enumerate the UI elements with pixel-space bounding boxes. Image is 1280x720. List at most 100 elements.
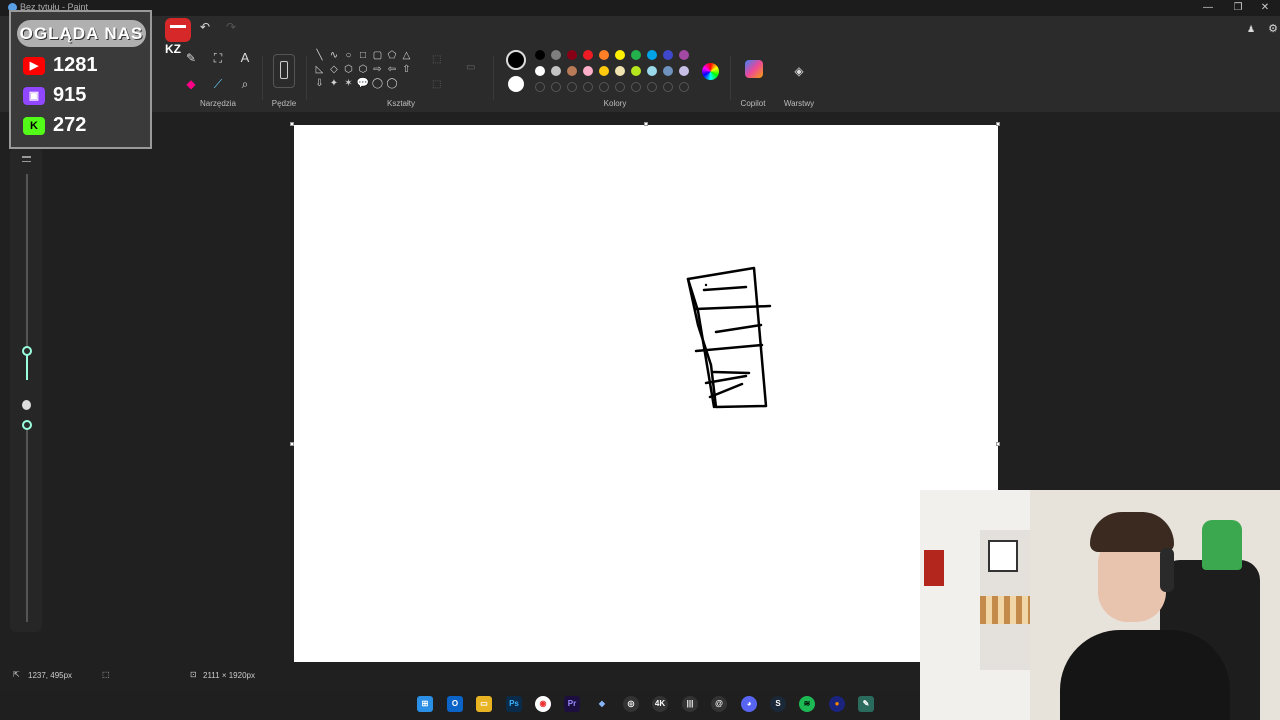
- custom-color-slot[interactable]: [599, 82, 609, 92]
- file-explorer-icon[interactable]: ▭: [476, 696, 492, 712]
- drawing-canvas[interactable]: [294, 125, 998, 662]
- rectangle-shape-icon[interactable]: □: [357, 49, 370, 62]
- curve-shape-icon[interactable]: ∿: [328, 49, 341, 62]
- right-triangle-shape-icon[interactable]: ◺: [313, 63, 326, 76]
- layers-icon[interactable]: ◈: [790, 62, 808, 80]
- four-point-star-shape-icon[interactable]: ✦: [328, 77, 341, 90]
- pentagon-shape-icon[interactable]: ⬡: [342, 63, 355, 76]
- canvas-resize-handle[interactable]: [644, 122, 648, 126]
- color-swatch[interactable]: [615, 66, 625, 76]
- custom-color-slot[interactable]: [663, 82, 673, 92]
- color-swatch[interactable]: [535, 50, 545, 60]
- custom-color-slot[interactable]: [567, 82, 577, 92]
- canvas-resize-handle[interactable]: [996, 122, 1000, 126]
- size-slider-track[interactable]: [26, 174, 28, 352]
- color-swatch[interactable]: [583, 66, 593, 76]
- paint-app: Bez tytułu - Paint — ❐ ✕ ↶ ↷ ✎ ⛶ A ◆ ⟋ ⌕…: [0, 0, 1280, 720]
- separator: [493, 56, 494, 100]
- brush-button[interactable]: [273, 54, 295, 88]
- color-swatch[interactable]: [647, 66, 657, 76]
- rounded-rectangle-shape-icon[interactable]: ▢: [371, 49, 384, 62]
- oval-shape-icon[interactable]: ○: [342, 49, 355, 62]
- audio-icon[interactable]: |||: [682, 696, 698, 712]
- down-arrow-shape-icon[interactable]: ⇩: [313, 77, 326, 90]
- minimize-button[interactable]: —: [1193, 0, 1223, 16]
- undo-icon[interactable]: ↶: [196, 18, 214, 36]
- paint-taskbar-icon[interactable]: ✎: [858, 696, 874, 712]
- text-icon[interactable]: A: [236, 49, 254, 67]
- color-swatch[interactable]: [663, 66, 673, 76]
- opacity-slider-track[interactable]: [26, 426, 28, 622]
- custom-color-slot[interactable]: [647, 82, 657, 92]
- left-arrow-shape-icon[interactable]: ⇦: [386, 63, 399, 76]
- polygon-shape-icon[interactable]: ⬠: [386, 49, 399, 62]
- outlook-icon[interactable]: O: [447, 696, 463, 712]
- chessboard: [980, 596, 1030, 624]
- secondary-color[interactable]: [508, 76, 524, 92]
- magnifier-icon[interactable]: ⌕: [236, 75, 254, 93]
- app-icon[interactable]: ◆: [594, 696, 610, 712]
- canvas-resize-handle[interactable]: [290, 122, 294, 126]
- game-icon[interactable]: ●: [829, 696, 845, 712]
- settings-icon[interactable]: ⚙: [1264, 20, 1280, 38]
- custom-color-slot[interactable]: [631, 82, 641, 92]
- triangle-shape-icon[interactable]: △: [400, 49, 413, 62]
- color-swatch[interactable]: [567, 66, 577, 76]
- chrome-icon[interactable]: ◉: [535, 696, 551, 712]
- edit-colors-icon[interactable]: [702, 63, 719, 80]
- custom-color-slot[interactable]: [679, 82, 689, 92]
- discord-icon[interactable]: ◕: [741, 696, 757, 712]
- color-swatch[interactable]: [567, 50, 577, 60]
- diamond-shape-icon[interactable]: ◇: [328, 63, 341, 76]
- color-swatch[interactable]: [599, 66, 609, 76]
- canvas-resize-handle[interactable]: [996, 442, 1000, 446]
- canvas-resize-handle[interactable]: [290, 442, 294, 446]
- six-point-star-shape-icon[interactable]: ✶: [342, 77, 355, 90]
- threads-icon[interactable]: @: [711, 696, 727, 712]
- steam-icon[interactable]: S: [770, 696, 786, 712]
- color-swatch[interactable]: [535, 66, 545, 76]
- opacity-slider-thumb[interactable]: [22, 420, 32, 430]
- color-swatch[interactable]: [551, 50, 561, 60]
- color-swatch[interactable]: [615, 50, 625, 60]
- primary-color[interactable]: [506, 50, 526, 70]
- shape-gallery-expand-icon[interactable]: ▭: [466, 62, 482, 74]
- premiere-icon[interactable]: Pr: [564, 696, 580, 712]
- color-swatch[interactable]: [583, 50, 593, 60]
- up-arrow-shape-icon[interactable]: ⇧: [400, 63, 413, 76]
- spotify-icon[interactable]: ≋: [799, 696, 815, 712]
- size-slider-thumb[interactable]: [22, 346, 32, 356]
- redo-icon[interactable]: ↷: [222, 18, 240, 36]
- photoshop-icon[interactable]: Ps: [506, 696, 522, 712]
- color-picker-icon[interactable]: ⟋: [209, 75, 227, 93]
- color-swatch[interactable]: [631, 66, 641, 76]
- color-swatch[interactable]: [663, 50, 673, 60]
- speech-bubble-shape-icon[interactable]: 💬: [357, 77, 370, 90]
- callout-cloud-shape-icon[interactable]: ◯: [386, 77, 399, 90]
- account-icon[interactable]: ♟: [1242, 20, 1260, 38]
- custom-color-slot[interactable]: [551, 82, 561, 92]
- eraser-icon[interactable]: ◆: [182, 75, 200, 93]
- color-swatch[interactable]: [679, 50, 689, 60]
- obs-icon[interactable]: ◎: [623, 696, 639, 712]
- shape-fill-icon[interactable]: ⬚: [432, 79, 446, 91]
- color-swatch[interactable]: [599, 50, 609, 60]
- right-arrow-shape-icon[interactable]: ⇨: [371, 63, 384, 76]
- close-button[interactable]: ✕: [1250, 0, 1280, 16]
- custom-color-slot[interactable]: [535, 82, 545, 92]
- callout-oval-shape-icon[interactable]: ◯: [371, 77, 384, 90]
- color-swatch[interactable]: [647, 50, 657, 60]
- line-shape-icon[interactable]: ╲: [313, 49, 326, 62]
- custom-color-slot[interactable]: [583, 82, 593, 92]
- shape-outline-icon[interactable]: ⬚: [432, 54, 446, 66]
- hexagon-shape-icon[interactable]: ⬡: [357, 63, 370, 76]
- copilot-icon[interactable]: [745, 60, 763, 78]
- custom-color-slot[interactable]: [615, 82, 625, 92]
- color-swatch[interactable]: [551, 66, 561, 76]
- restore-button[interactable]: ❐: [1223, 0, 1253, 16]
- windows-start-icon[interactable]: ⊞: [417, 696, 433, 712]
- color-swatch[interactable]: [679, 66, 689, 76]
- color-swatch[interactable]: [631, 50, 641, 60]
- fill-icon[interactable]: ⛶: [209, 49, 227, 67]
- 4k-icon[interactable]: 4K: [652, 696, 668, 712]
